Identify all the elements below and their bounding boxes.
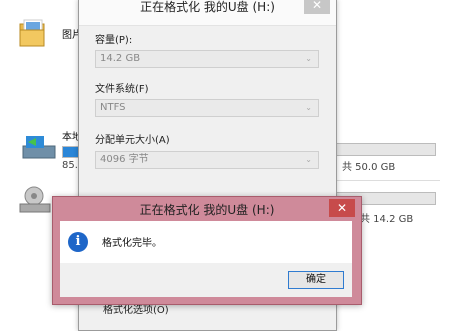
capacity-label: 容量(P):	[95, 35, 133, 46]
filesystem-select[interactable]: NTFS ⌄	[95, 99, 319, 117]
format-complete-dialog: 正在格式化 我的U盘 (H:) ✕ i 格式化完毕。 确定	[52, 196, 362, 305]
allocation-select[interactable]: 4096 字节 ⌄	[95, 151, 319, 169]
drive-usage-bar-right	[322, 143, 436, 156]
chevron-down-icon: ⌄	[305, 155, 312, 164]
filesystem-value: NTFS	[100, 102, 126, 113]
format-titlebar[interactable]: 正在格式化 我的U盘 (H:) ✕	[79, 0, 336, 26]
done-footer: 确定	[60, 263, 352, 297]
divider	[330, 180, 440, 181]
windows-drive-icon[interactable]	[22, 132, 56, 160]
chevron-down-icon: ⌄	[305, 54, 312, 63]
chevron-down-icon: ⌄	[305, 103, 312, 112]
allocation-label: 分配单元大小(A)	[95, 135, 170, 146]
close-button[interactable]: ✕	[304, 0, 330, 14]
folder-icon[interactable]	[18, 18, 48, 50]
filesystem-label: 文件系统(F)	[95, 84, 149, 95]
done-message: 格式化完毕。	[102, 238, 162, 249]
allocation-value: 4096 字节	[100, 154, 149, 165]
ok-button[interactable]: 确定	[288, 271, 344, 289]
format-title: 正在格式化 我的U盘 (H:)	[140, 0, 275, 14]
done-body: i 格式化完毕。	[60, 221, 352, 263]
drive-total-text: 共 50.0 GB	[342, 162, 396, 173]
capacity-value: 14.2 GB	[100, 53, 141, 64]
usb-drive-icon[interactable]	[18, 184, 52, 216]
done-titlebar[interactable]: 正在格式化 我的U盘 (H:) ✕	[53, 197, 361, 221]
capacity-select[interactable]: 14.2 GB ⌄	[95, 50, 319, 68]
info-icon: i	[68, 232, 88, 252]
usb-total-text: 共 14.2 GB	[360, 214, 414, 225]
done-title: 正在格式化 我的U盘 (H:)	[139, 203, 275, 217]
close-button[interactable]: ✕	[329, 199, 355, 217]
drive-size-text: 85.	[62, 160, 78, 171]
